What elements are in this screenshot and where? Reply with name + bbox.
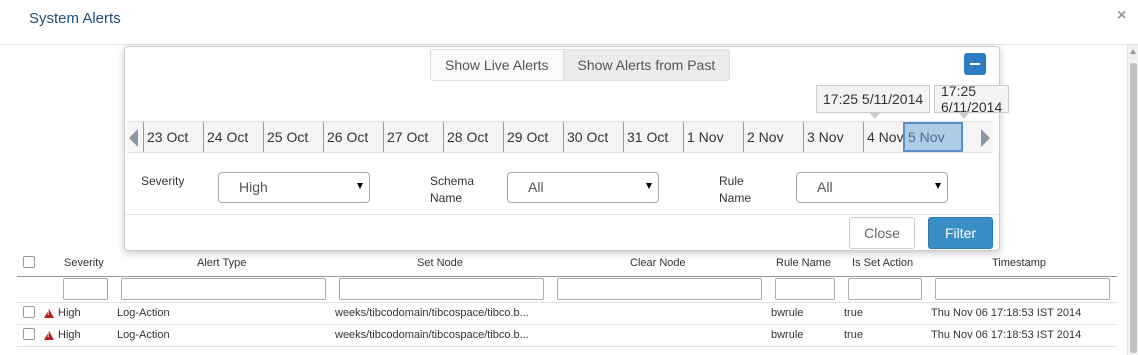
row-divider <box>17 302 1117 303</box>
col-header-is-set-action[interactable]: Is Set Action <box>852 257 913 269</box>
schema-label-line2: Name <box>430 191 463 205</box>
severity-select-value: High <box>239 179 268 195</box>
timeline-day[interactable]: 29 Oct <box>503 122 563 152</box>
cell-rule-name: bwrule <box>771 307 804 319</box>
rule-name-label: Rule Name <box>719 173 751 207</box>
table-header-line <box>17 276 1117 277</box>
is-set-action-filter-input[interactable] <box>848 278 922 300</box>
schema-label-line1: Schema <box>430 174 475 188</box>
select-all-checkbox[interactable] <box>23 256 35 268</box>
range-start-pointer <box>869 112 881 119</box>
warning-triangle-icon <box>44 309 54 318</box>
cell-is-set-action: true <box>844 329 863 341</box>
cell-set-node: weeks/tibcodomain/tibcospace/tibco.b... <box>335 307 529 319</box>
show-past-alerts-button[interactable]: Show Alerts from Past <box>562 50 730 80</box>
row-divider <box>17 346 1117 347</box>
cell-timestamp: Thu Nov 06 17:18:53 IST 2014 <box>931 307 1082 319</box>
alert-mode-toggle: Show Live Alerts Show Alerts from Past <box>430 49 731 81</box>
timeline-day[interactable]: 28 Oct <box>443 122 503 152</box>
schema-name-select[interactable]: All <box>507 172 659 203</box>
dialog-title: System Alerts <box>29 10 121 27</box>
alert-type-filter-input[interactable] <box>121 278 326 300</box>
cell-rule-name: bwrule <box>771 329 804 341</box>
scroll-thumb[interactable] <box>1130 63 1137 353</box>
rule-name-filter-input[interactable] <box>775 278 835 300</box>
cell-set-node: weeks/tibcodomain/tibcospace/tibco.b... <box>335 329 529 341</box>
timeline-prev-arrow-icon[interactable] <box>129 129 138 147</box>
timeline-day[interactable]: 31 Oct <box>623 122 683 152</box>
timeline-day[interactable]: 3 Nov <box>803 122 863 152</box>
severity-label: Severity <box>141 174 185 188</box>
schema-select-value: All <box>528 179 544 195</box>
row-checkbox[interactable] <box>23 306 35 318</box>
timeline-day[interactable]: 27 Oct <box>383 122 443 152</box>
cell-severity: High <box>58 307 81 319</box>
rule-label-line1: Rule <box>719 174 744 188</box>
show-live-alerts-button[interactable]: Show Live Alerts <box>431 50 563 80</box>
col-header-timestamp[interactable]: Timestamp <box>992 257 1046 269</box>
range-end-pointer <box>958 112 970 119</box>
chevron-down-icon <box>357 183 363 189</box>
cell-alert-type: Log-Action <box>117 307 170 319</box>
range-start-tooltip: 17:25 5/11/2014 <box>816 85 931 113</box>
rule-select-value: All <box>817 179 833 195</box>
set-node-filter-input[interactable] <box>339 278 544 300</box>
close-dialog-icon[interactable]: × <box>1117 7 1126 25</box>
timeline-day[interactable]: 1 Nov <box>683 122 743 152</box>
timeline-day[interactable]: 26 Oct <box>323 122 383 152</box>
chevron-down-icon <box>646 183 652 189</box>
warning-triangle-icon <box>44 331 54 340</box>
date-timeline: 23 Oct 24 Oct 25 Oct 26 Oct 27 Oct 28 Oc… <box>127 121 993 153</box>
timeline-day-selected[interactable]: 5 Nov <box>903 122 963 152</box>
severity-filter-input[interactable] <box>63 278 108 300</box>
severity-select[interactable]: High <box>218 172 370 203</box>
row-checkbox[interactable] <box>23 328 35 340</box>
col-header-clear-node[interactable]: Clear Node <box>630 257 686 269</box>
minus-icon[interactable] <box>964 53 986 75</box>
panel-divider <box>125 214 999 215</box>
timeline-day[interactable]: 30 Oct <box>563 122 623 152</box>
cell-severity: High <box>58 329 81 341</box>
cell-is-set-action: true <box>844 307 863 319</box>
close-button[interactable]: Close <box>849 217 915 249</box>
timestamp-filter-input[interactable] <box>935 278 1110 300</box>
timeline-day[interactable]: 25 Oct <box>263 122 323 152</box>
col-header-severity[interactable]: Severity <box>64 257 104 269</box>
rule-label-line2: Name <box>719 191 752 205</box>
rule-name-select[interactable]: All <box>796 172 948 203</box>
range-end-tooltip: 17:25 6/11/2014 <box>934 83 1010 115</box>
schema-name-label: Schema Name <box>430 173 474 207</box>
col-header-set-node[interactable]: Set Node <box>417 257 463 269</box>
cell-timestamp: Thu Nov 06 17:18:53 IST 2014 <box>931 329 1082 341</box>
timeline-day[interactable]: 24 Oct <box>203 122 263 152</box>
scroll-up-arrow-icon[interactable] <box>1130 49 1136 54</box>
col-header-alert-type[interactable]: Alert Type <box>197 257 246 269</box>
timeline-next-arrow-icon[interactable] <box>981 129 990 147</box>
alerts-filter-panel: Show Live Alerts Show Alerts from Past 1… <box>124 46 1010 251</box>
filter-button[interactable]: Filter <box>928 217 993 249</box>
cell-alert-type: Log-Action <box>117 329 170 341</box>
timeline-day[interactable]: 23 Oct <box>143 122 203 152</box>
chevron-down-icon <box>935 183 941 189</box>
vertical-scrollbar[interactable] <box>1127 45 1138 355</box>
clear-node-filter-input[interactable] <box>557 278 762 300</box>
header-divider <box>0 44 1138 45</box>
timeline-day[interactable]: 2 Nov <box>743 122 803 152</box>
col-header-rule-name[interactable]: Rule Name <box>776 257 831 269</box>
row-divider <box>17 324 1117 325</box>
